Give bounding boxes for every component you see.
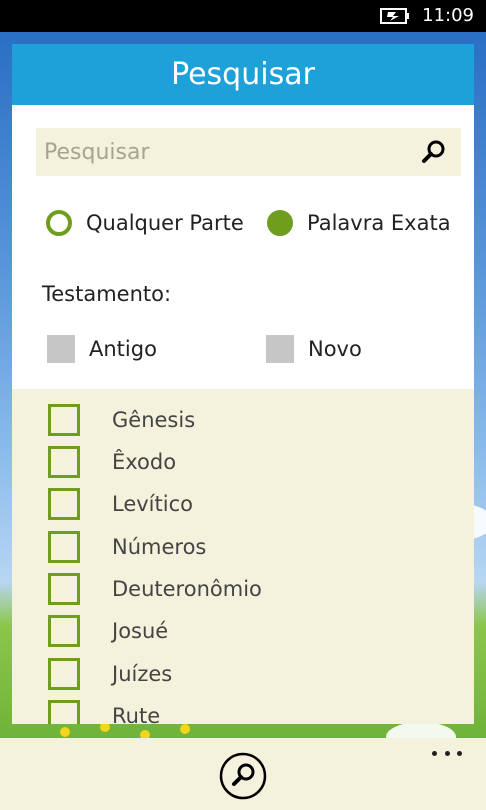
- app-bar: [0, 738, 486, 810]
- clock: 11:09: [422, 5, 474, 26]
- status-bar: 11:09: [0, 0, 486, 32]
- book-label: Êxodo: [112, 450, 177, 474]
- page-title: Pesquisar: [12, 44, 474, 105]
- book-label: Levítico: [112, 492, 193, 516]
- book-item[interactable]: Gênesis: [48, 400, 195, 440]
- checkbox-icon: [47, 335, 75, 363]
- search-box: [36, 128, 461, 176]
- checkbox-icon: [48, 404, 80, 436]
- book-item[interactable]: Juízes: [48, 654, 172, 694]
- book-item[interactable]: Rute: [48, 696, 160, 724]
- book-item[interactable]: Deuteronômio: [48, 569, 262, 609]
- search-panel: Pesquisar Qualquer Parte Palavra Exata T…: [12, 44, 474, 724]
- radio-empty-icon: [46, 210, 72, 236]
- checkbox-icon: [48, 488, 80, 520]
- checkbox-icon: [48, 573, 80, 605]
- checkbox-icon: [48, 531, 80, 563]
- book-item[interactable]: Levítico: [48, 484, 193, 524]
- radio-label: Qualquer Parte: [86, 211, 244, 235]
- book-label: Rute: [112, 704, 161, 724]
- book-label: Juízes: [112, 662, 173, 686]
- book-item[interactable]: Números: [48, 527, 206, 567]
- search-icon[interactable]: [421, 139, 447, 165]
- checkbox-icon: [266, 335, 294, 363]
- book-label: Gênesis: [112, 408, 196, 432]
- radio-label: Palavra Exata: [307, 211, 451, 235]
- match-mode-group: Qualquer Parte Palavra Exata: [12, 206, 474, 240]
- radio-selected-icon: [267, 210, 293, 236]
- search-icon[interactable]: [219, 752, 267, 800]
- book-list: Gênesis Êxodo Levítico Números Deuteronô…: [12, 389, 474, 724]
- more-icon[interactable]: [432, 744, 462, 762]
- battery-charging-icon: [380, 8, 409, 24]
- book-label: Números: [112, 535, 207, 559]
- radio-palavra-exata[interactable]: Palavra Exata: [267, 206, 451, 240]
- book-item[interactable]: Josué: [48, 611, 168, 651]
- checkbox-icon: [48, 446, 80, 478]
- book-label: Josué: [112, 619, 169, 643]
- search-input[interactable]: [36, 128, 406, 176]
- testament-label: Testamento:: [42, 282, 172, 306]
- radio-qualquer-parte[interactable]: Qualquer Parte: [46, 206, 244, 240]
- checkbox-icon: [48, 658, 80, 690]
- checkbox-label: Antigo: [89, 337, 157, 361]
- checkbox-label: Novo: [308, 337, 362, 361]
- checkbox-antigo[interactable]: Antigo: [47, 332, 157, 366]
- checkbox-icon: [48, 615, 80, 647]
- book-label: Deuteronômio: [112, 577, 262, 601]
- checkbox-novo[interactable]: Novo: [266, 332, 362, 366]
- book-item[interactable]: Êxodo: [48, 442, 176, 482]
- testament-group: Antigo Novo: [12, 332, 474, 366]
- checkbox-icon: [48, 700, 80, 724]
